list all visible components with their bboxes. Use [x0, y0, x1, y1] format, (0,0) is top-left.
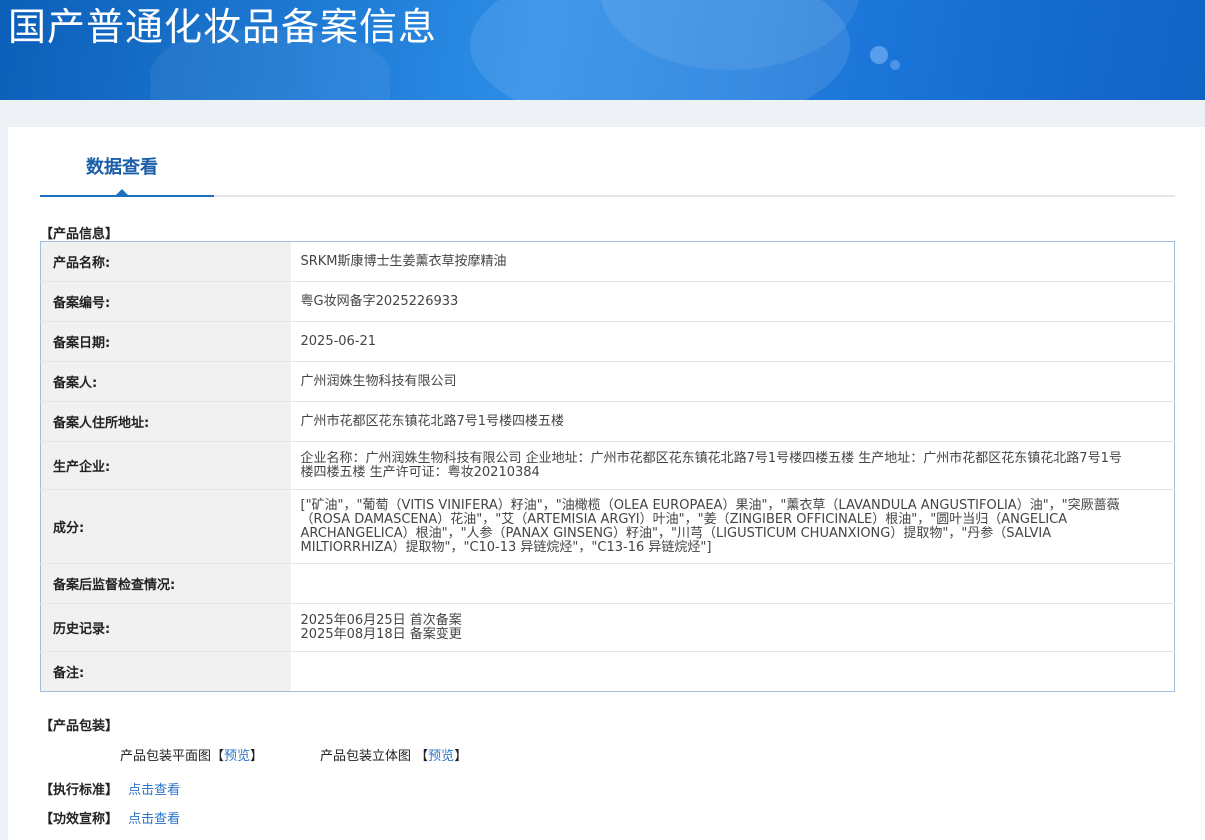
- banner-decoration: [890, 60, 900, 70]
- field-label: 备案人住所地址:: [40, 401, 291, 442]
- header-banner: 国产普通化妆品备案信息: [0, 0, 1205, 100]
- efficacy-view-link[interactable]: 点击查看: [128, 812, 180, 827]
- field-value-filer: 广州润姝生物科技有限公司: [290, 361, 1175, 402]
- package-flat-preview-link[interactable]: 预览: [224, 749, 250, 764]
- field-label: 备注:: [40, 651, 291, 692]
- field-label: 历史记录:: [40, 603, 291, 652]
- efficacy-section-label: 【功效宣称】: [40, 812, 119, 827]
- tab-label: 数据查看: [86, 157, 158, 178]
- field-label: 备案人:: [40, 361, 291, 402]
- table-row: 备注:: [40, 651, 1175, 692]
- product-info-table: 产品名称: SRKM斯康博士生姜薰衣草按摩精油 备案编号: 粤G妆网备字2025…: [40, 241, 1175, 692]
- tab-bar: 数据查看: [40, 127, 1175, 197]
- standard-view-link[interactable]: 点击查看: [128, 783, 180, 798]
- history-entry: 2025年06月25日 首次备案: [300, 612, 462, 628]
- page-title: 国产普通化妆品备案信息: [8, 5, 438, 49]
- product-info-section-label: 【产品信息】: [40, 227, 119, 242]
- package-flat-label: 产品包装平面图: [120, 749, 212, 764]
- bracket: 】: [454, 749, 468, 764]
- field-label: 成分:: [40, 489, 291, 564]
- content-card: 数据查看 【产品信息】 产品名称: SRKM斯康博士生姜薰衣草按摩精油 备案编号…: [8, 127, 1205, 840]
- field-value-product-name: SRKM斯康博士生姜薰衣草按摩精油: [290, 241, 1175, 282]
- table-row: 备案人: 广州润姝生物科技有限公司: [40, 361, 1175, 402]
- field-label: 备案编号:: [40, 281, 291, 322]
- history-entry: 2025年08月18日 备案变更: [300, 626, 462, 642]
- efficacy-row: 【功效宣称】 点击查看: [40, 808, 180, 827]
- table-row: 备案后监督检查情况:: [40, 563, 1175, 604]
- table-row: 历史记录: 2025年06月25日 首次备案 2025年08月18日 备案变更: [40, 603, 1175, 652]
- field-value-filing-date: 2025-06-21: [290, 321, 1175, 362]
- field-label: 产品名称:: [40, 241, 291, 282]
- field-label: 备案后监督检查情况:: [40, 563, 291, 604]
- tab-indicator-caret: [115, 189, 129, 196]
- table-row: 备案日期: 2025-06-21: [40, 321, 1175, 362]
- table-row: 产品名称: SRKM斯康博士生姜薰衣草按摩精油: [40, 241, 1175, 282]
- package-solid-preview-link[interactable]: 预览: [428, 749, 454, 764]
- banner-decoration: [870, 46, 888, 64]
- field-value-inspection: [290, 563, 1175, 604]
- table-row: 成分: ["矿油"，"葡萄（VITIS VINIFERA）籽油"，"油橄榄（OL…: [40, 489, 1175, 564]
- table-row: 备案编号: 粤G妆网备字2025226933: [40, 281, 1175, 322]
- packaging-section-label: 【产品包装】: [40, 719, 119, 734]
- field-value-ingredients: ["矿油"，"葡萄（VITIS VINIFERA）籽油"，"油橄榄（OLEA E…: [290, 489, 1175, 564]
- package-flat-item: 产品包装平面图【预览】: [120, 745, 263, 764]
- field-value-filer-address: 广州市花都区花东镇花北路7号1号楼四楼五楼: [290, 401, 1175, 442]
- bracket: 】: [250, 749, 264, 764]
- package-solid-label: 产品包装立体图: [320, 749, 412, 764]
- field-value-remarks: [291, 652, 1175, 692]
- field-label: 备案日期:: [40, 321, 291, 362]
- table-row: 生产企业: 企业名称：广州润姝生物科技有限公司 企业地址：广州市花都区花东镇花北…: [40, 441, 1175, 490]
- standard-section-label: 【执行标准】: [40, 783, 119, 798]
- bracket: 【: [415, 749, 429, 764]
- table-row: 备案人住所地址: 广州市花都区花东镇花北路7号1号楼四楼五楼: [40, 401, 1175, 442]
- field-value-history: 2025年06月25日 首次备案 2025年08月18日 备案变更: [290, 603, 1175, 652]
- field-label: 生产企业:: [40, 441, 291, 490]
- standard-row: 【执行标准】 点击查看: [40, 779, 180, 798]
- tab-data-view[interactable]: 数据查看: [40, 127, 214, 197]
- bracket: 【: [211, 749, 225, 764]
- package-solid-item: 产品包装立体图 【预览】: [320, 745, 467, 764]
- field-value-filing-number: 粤G妆网备字2025226933: [290, 281, 1175, 322]
- field-value-manufacturer: 企业名称：广州润姝生物科技有限公司 企业地址：广州市花都区花东镇花北路7号1号楼…: [290, 441, 1175, 490]
